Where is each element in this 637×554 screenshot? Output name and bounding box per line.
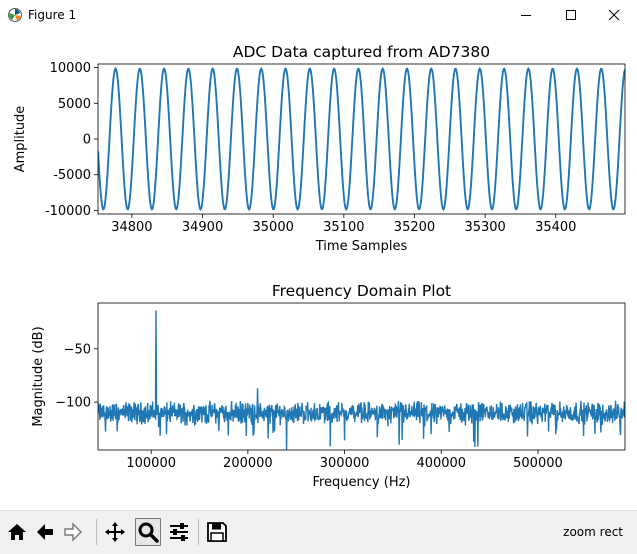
save-icon [207,522,227,542]
maximize-icon [566,10,576,20]
x-axis-label: Time Samples [315,239,408,254]
forward-icon [64,522,82,542]
y-tick-label: −100 [55,396,91,411]
x-tick-label: 300000 [320,456,370,471]
configure-subplots-button[interactable] [166,518,192,546]
chart-title: Frequency Domain Plot [272,282,451,300]
y-tick-label: −50 [64,342,91,357]
toolbar-separator [96,519,97,545]
matplotlib-icon [8,8,22,22]
minimize-button[interactable] [503,0,549,30]
close-icon [608,9,620,21]
maximize-button[interactable] [548,0,594,30]
close-button[interactable] [591,0,637,30]
toolbar-status-message: zoom rect [563,525,623,539]
y-tick-label: 0 [83,133,91,148]
figure-canvas[interactable]: 34800 34900 35000 35100 35200 35300 35400 10000… [0,30,637,510]
x-tick-label: 100000 [126,456,176,471]
title-bar: Figure 1 [0,0,637,30]
toolbar-separator [198,519,199,545]
x-tick-label: 34900 [182,220,223,235]
home-button[interactable] [4,518,30,546]
back-icon [37,524,53,540]
y-tick-label: 5000 [58,97,91,112]
zoom-icon [138,522,159,543]
axes-frame [97,302,626,451]
configure-icon [170,523,188,541]
minimize-icon [521,15,531,16]
zoom-button[interactable] [135,518,161,546]
y-tick-label: -5000 [53,168,91,183]
y-axis-label: Magnitude (dB) [31,326,46,426]
y-axis-label: Amplitude [13,106,28,173]
adc-signal-line [98,67,625,211]
x-tick-label: 35100 [323,220,364,235]
back-button[interactable] [32,518,58,546]
x-tick-label: 35300 [464,220,505,235]
x-axis-label: Frequency (Hz) [312,475,410,490]
save-button[interactable] [204,518,230,546]
x-tick-label: 35200 [394,220,435,235]
x-tick-label: 34800 [111,220,152,235]
y-tick-label: 10000 [50,61,91,76]
chart-title: ADC Data captured from AD7380 [233,43,490,61]
x-tick-label: 35000 [253,220,294,235]
x-tick-label: 500000 [513,456,563,471]
figure-svg: 34800 34900 35000 35100 35200 35300 35400 10000… [13,43,626,490]
pan-icon [105,522,125,542]
window-title: Figure 1 [28,8,77,22]
spectrum-line [98,310,625,450]
x-tick-label: 35400 [535,220,576,235]
home-icon [8,524,26,540]
x-tick-label: 200000 [223,456,273,471]
navigation-toolbar: zoom rect [0,510,637,554]
forward-button[interactable] [60,518,86,546]
pan-button[interactable] [102,518,128,546]
x-tick-label: 400000 [416,456,466,471]
y-tick-label: -10000 [45,204,91,219]
